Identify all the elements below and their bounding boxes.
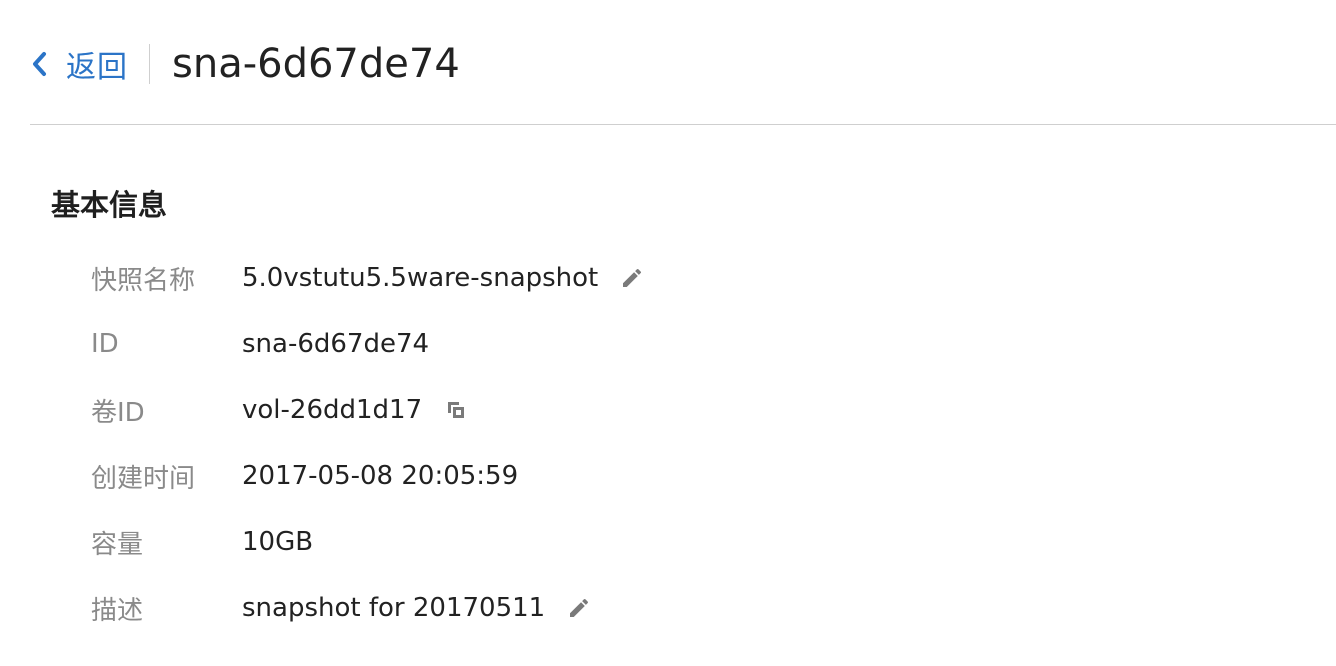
header-divider: [149, 44, 150, 84]
field-label: ID: [91, 329, 119, 359]
field-value: snapshot for 20170511: [242, 593, 546, 623]
page-header: 返回 sna-6d67de74: [30, 0, 1336, 125]
field-value: sna-6d67de74: [242, 329, 430, 359]
page-title: sna-6d67de74: [172, 41, 460, 87]
back-button[interactable]: 返回: [30, 42, 128, 86]
field-label: 容量: [91, 529, 144, 560]
chevron-left-icon: [30, 50, 48, 78]
field-label: 创建时间: [91, 463, 196, 494]
field-value: 10GB: [242, 527, 314, 557]
info-row-volume-id: 卷ID vol-26dd1d17: [91, 377, 644, 443]
field-label: 描述: [91, 595, 144, 626]
section-title: 基本信息: [51, 188, 168, 222]
info-row-capacity: 容量 10GB: [91, 509, 644, 575]
field-value: 2017-05-08 20:05:59: [242, 461, 519, 491]
info-row-id: ID sna-6d67de74: [91, 311, 644, 377]
field-value: 5.0vstutu5.5ware-snapshot: [242, 263, 599, 293]
field-value: vol-26dd1d17: [242, 395, 423, 425]
field-label: 卷ID: [91, 397, 145, 428]
edit-icon[interactable]: [620, 266, 644, 290]
copy-icon[interactable]: [444, 398, 468, 422]
info-row-created-time: 创建时间 2017-05-08 20:05:59: [91, 443, 644, 509]
back-label: 返回: [66, 50, 128, 85]
field-label: 快照名称: [91, 265, 196, 296]
info-row-snapshot-name: 快照名称 5.0vstutu5.5ware-snapshot: [91, 245, 644, 311]
edit-icon[interactable]: [567, 596, 591, 620]
info-list: 快照名称 5.0vstutu5.5ware-snapshot ID sna-6d…: [91, 245, 644, 641]
info-row-description: 描述 snapshot for 20170511: [91, 575, 644, 641]
